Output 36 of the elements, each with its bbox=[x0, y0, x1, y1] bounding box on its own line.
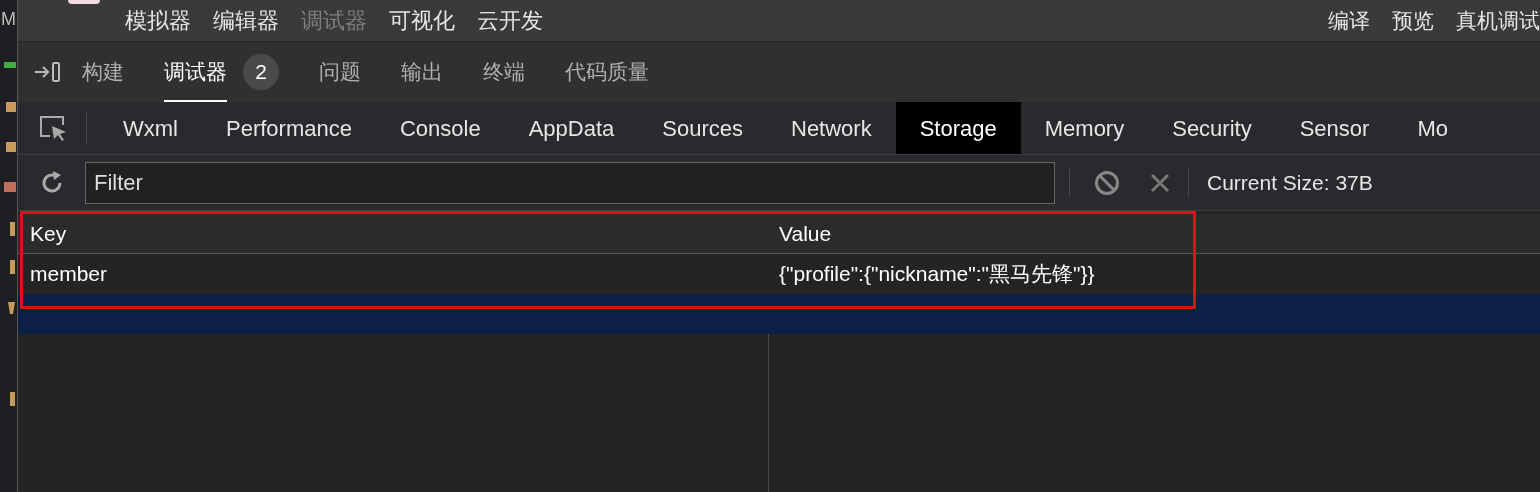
devtools-tab[interactable]: Memory bbox=[1020, 102, 1149, 154]
toolbar-item[interactable]: 云开发 bbox=[477, 9, 543, 32]
toolbar-item[interactable]: 可视化 bbox=[389, 9, 455, 32]
table-row[interactable] bbox=[18, 294, 1540, 334]
filter-field[interactable]: Filter bbox=[85, 161, 1055, 204]
devtools-tab[interactable]: Network bbox=[767, 102, 896, 154]
toolbar-action[interactable]: 预览 bbox=[1392, 10, 1434, 31]
panel-tab[interactable]: 输出 bbox=[401, 42, 443, 102]
devtools-tab[interactable]: Mo bbox=[1393, 102, 1472, 154]
inspect-icon[interactable] bbox=[38, 114, 68, 142]
toolbar-action[interactable]: 真机调试 bbox=[1456, 10, 1540, 31]
devtools-tab[interactable]: Sensor bbox=[1275, 102, 1394, 154]
toolbar-item[interactable]: 模拟器 bbox=[125, 9, 191, 32]
toolbar-action[interactable]: 编译 bbox=[1328, 10, 1370, 31]
clear-all-icon[interactable] bbox=[1094, 169, 1120, 196]
column-header: Value bbox=[779, 220, 832, 247]
sidebar-letter: M bbox=[1, 10, 16, 28]
devtools-tab[interactable]: Storage bbox=[895, 102, 1021, 154]
column-header: Key bbox=[30, 220, 67, 247]
table-cell-text: member bbox=[30, 261, 108, 288]
table-cell-text: {"profile":{"nickname":"黑马先锋"}} bbox=[779, 261, 1095, 288]
close-icon[interactable] bbox=[1150, 172, 1170, 193]
devtools-tab[interactable]: Security bbox=[1148, 102, 1276, 154]
devtools-tab[interactable]: Performance bbox=[202, 102, 376, 154]
dock-panel-icon[interactable] bbox=[34, 61, 62, 83]
devtools-tab[interactable]: Sources bbox=[638, 102, 767, 154]
panel-tab[interactable]: 终端 bbox=[483, 42, 525, 102]
devtools-tab[interactable]: AppData bbox=[504, 102, 639, 154]
toolbar-item[interactable]: 编辑器 bbox=[213, 9, 279, 32]
panel-tab[interactable]: 问题 bbox=[319, 42, 361, 102]
devtools-tab[interactable]: Wxml bbox=[99, 102, 202, 154]
panel-tab[interactable]: 构建 bbox=[82, 42, 124, 102]
panel-tab[interactable]: 代码质量 bbox=[565, 42, 649, 102]
devtools-tab[interactable]: Console bbox=[375, 102, 505, 154]
count-badge: 2 bbox=[243, 54, 279, 90]
current-size-label: Current Size: 37B bbox=[1207, 169, 1373, 196]
